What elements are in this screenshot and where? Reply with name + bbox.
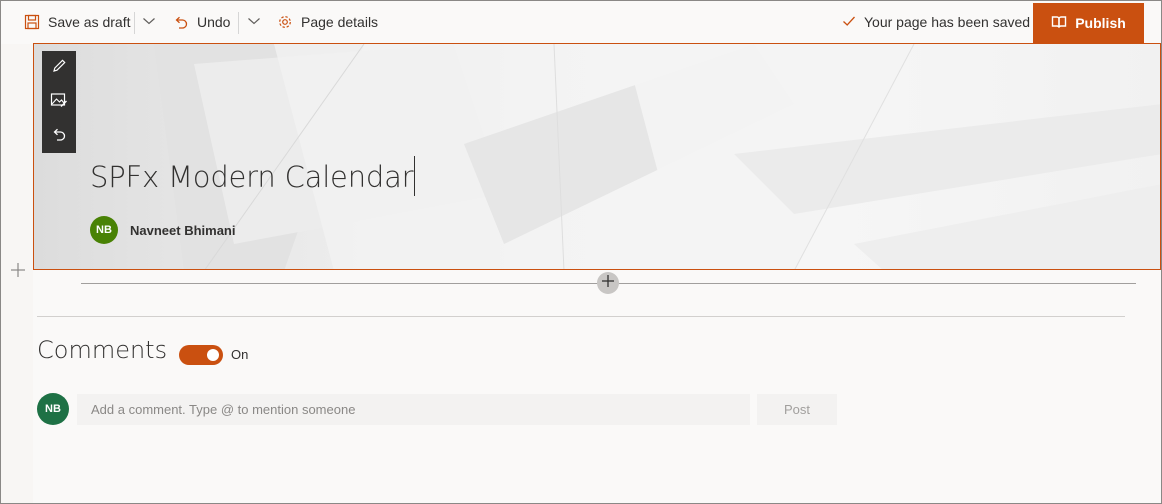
toolbar-divider (238, 12, 239, 34)
toggle-knob (207, 349, 219, 361)
add-web-part-button[interactable] (597, 272, 619, 294)
comment-input[interactable] (77, 394, 750, 425)
header-edit-toolbar (42, 51, 76, 153)
save-as-draft-label: Save as draft (48, 14, 131, 30)
reset-header-button[interactable] (42, 119, 76, 153)
undo-icon (51, 126, 67, 147)
page-details-label: Page details (301, 14, 379, 30)
post-comment-button[interactable]: Post (757, 394, 837, 425)
undo-icon (173, 14, 189, 30)
undo-button[interactable]: Undo (173, 0, 230, 44)
publish-button[interactable]: Publish (1033, 3, 1144, 43)
undo-options-dropdown[interactable] (247, 0, 261, 44)
publish-label: Publish (1075, 15, 1126, 31)
save-status-text: Your page has been saved (864, 14, 1031, 30)
author-name: Navneet Bhimani (130, 222, 236, 238)
command-bar: Save as draft Undo Page details Your pag… (0, 0, 1162, 44)
plus-icon (601, 274, 615, 293)
edit-header-button[interactable] (42, 51, 76, 85)
page-title: SPFx Modern Calendar (90, 160, 414, 194)
comments-divider (37, 316, 1125, 317)
page-details-button[interactable]: Page details (277, 0, 378, 44)
comments-heading: Comments (37, 336, 168, 364)
author-byline[interactable]: NB Navneet Bhimani (90, 216, 235, 244)
save-icon (24, 14, 40, 30)
pencil-icon (51, 58, 67, 79)
toolbar-divider (134, 12, 135, 34)
change-image-button[interactable] (42, 85, 76, 119)
add-section-left-button[interactable] (10, 262, 26, 278)
chevron-down-icon (142, 13, 156, 31)
gear-icon (277, 14, 293, 30)
image-edit-icon (50, 92, 68, 113)
plus-icon (10, 263, 26, 282)
save-options-dropdown[interactable] (142, 0, 156, 44)
commenter-avatar: NB (37, 393, 69, 425)
chevron-down-icon (247, 13, 261, 31)
checkmark-icon (842, 14, 856, 31)
undo-label: Undo (197, 14, 231, 30)
page-title-field[interactable]: SPFx Modern Calendar (90, 156, 416, 196)
book-icon (1051, 15, 1067, 32)
comments-toggle[interactable] (179, 345, 223, 365)
text-cursor (414, 156, 416, 196)
author-avatar: NB (90, 216, 118, 244)
save-as-draft-button[interactable]: Save as draft (24, 0, 131, 44)
save-status: Your page has been saved (842, 0, 1030, 44)
title-region[interactable]: SPFx Modern Calendar NB Navneet Bhimani (33, 43, 1161, 270)
comments-toggle-label: On (231, 347, 249, 362)
